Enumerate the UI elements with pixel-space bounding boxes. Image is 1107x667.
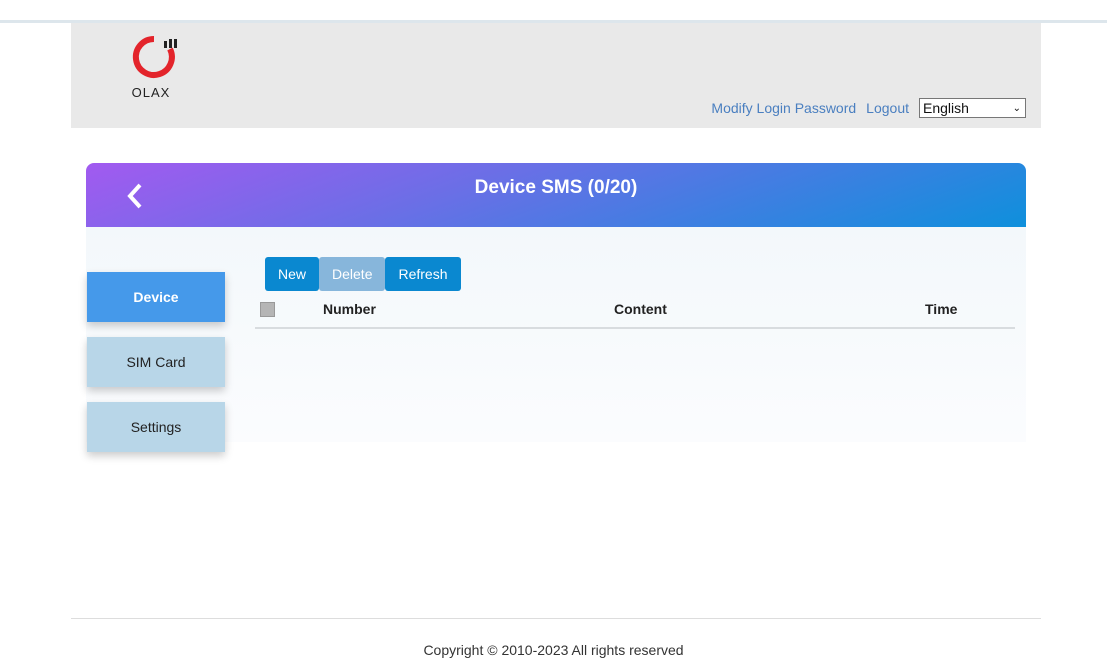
sms-panel: Device SIM Card Settings New Delete Refr… <box>86 227 1026 452</box>
language-value: English <box>923 100 969 116</box>
chevron-down-icon: ⌄ <box>1012 102 1021 114</box>
column-number[interactable]: Number <box>323 301 376 317</box>
header: OLAX Modify Login Password Logout Englis… <box>71 23 1041 128</box>
copyright-text: Copyright © 2010-2023 All rights reserve… <box>423 642 684 658</box>
new-button[interactable]: New <box>265 257 320 291</box>
olax-logo: OLAX <box>132 35 177 100</box>
language-select[interactable]: English ⌄ <box>919 98 1026 118</box>
refresh-button[interactable]: Refresh <box>385 257 461 291</box>
modify-login-password-link[interactable]: Modify Login Password <box>711 100 856 116</box>
logout-link[interactable]: Logout <box>866 100 909 116</box>
page-title: Device SMS (0/20) <box>474 177 638 198</box>
sidebar-item-settings[interactable]: Settings <box>87 402 225 452</box>
select-all-checkbox[interactable] <box>260 302 275 317</box>
table-header: Number Content Time <box>255 297 1015 329</box>
page-banner: Device SMS (0/20) <box>86 163 1026 227</box>
delete-button[interactable]: Delete <box>319 257 386 291</box>
footer-divider <box>71 618 1041 619</box>
sidebar-item-device[interactable]: Device <box>87 272 225 322</box>
column-time[interactable]: Time <box>925 301 957 317</box>
column-content[interactable]: Content <box>614 301 667 317</box>
toolbar: New Delete Refresh <box>265 257 461 291</box>
svg-text:OLAX: OLAX <box>132 85 171 100</box>
sidebar-item-sim-card[interactable]: SIM Card <box>87 337 225 387</box>
